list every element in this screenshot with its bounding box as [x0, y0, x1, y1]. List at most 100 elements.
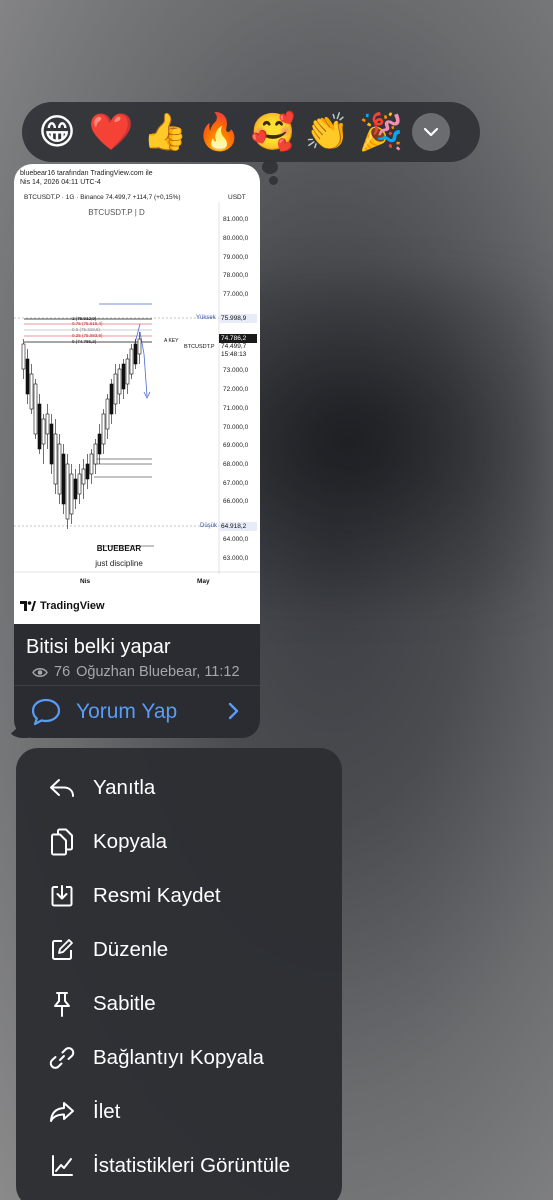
menu-label-copy-link: Bağlantıyı Kopyala — [93, 1046, 264, 1069]
price-tick: 81.000,0 — [223, 216, 249, 223]
message-caption: Bitisi belki yapar — [26, 636, 171, 658]
candle-body — [37, 403, 42, 450]
countdown: 15:48:13 — [221, 351, 247, 358]
fib-level-0: 0 (74.786,2) — [72, 339, 97, 344]
candle-body — [25, 358, 30, 395]
last-value: 74.499,7 — [221, 343, 247, 350]
message-bubble[interactable]: bluebear16 tarafından TradingView.com il… — [14, 164, 260, 738]
reaction-party-popper[interactable]: 🎉 — [354, 105, 408, 159]
candle-body — [133, 343, 138, 365]
menu-label-copy: Kopyala — [93, 830, 168, 853]
low-label: Düşük — [200, 523, 218, 529]
message-meta: 76 Oğuzhan Bluebear, 11:12 — [32, 664, 240, 680]
brand-name: BLUEBEAR — [96, 544, 142, 553]
candle-body — [93, 443, 98, 465]
chevron-down-icon — [423, 127, 439, 137]
forward-icon — [48, 1098, 76, 1126]
candle-body — [97, 433, 102, 455]
comment-label: Yorum Yap — [76, 700, 178, 723]
candle-body — [29, 373, 34, 410]
fib-level-075: 0.75 (75.616,4) — [72, 321, 103, 326]
reaction-bar: 😁 ❤️ 👍 🔥 🥰 👏 🎉 — [22, 102, 480, 162]
price-tick: 80.000,0 — [223, 235, 249, 242]
menu-item-edit[interactable]: Düzenle — [16, 923, 342, 977]
image-symbol-line: BTCUSDT.P · 1G · Binance 74.499,7 +114,7… — [24, 194, 181, 201]
reaction-clapping-hands[interactable]: 👏 — [300, 105, 354, 159]
high-value: 75.998,9 — [221, 315, 247, 322]
current-value: 74.786,2 — [221, 335, 247, 342]
image-header-source: bluebear16 tarafından TradingView.com il… — [20, 170, 153, 177]
symbol-tag: BTCUSDT.P — [184, 344, 215, 350]
expand-reactions-button[interactable] — [412, 113, 450, 151]
fib-level-05: 0.5 (75.319,8) — [72, 327, 101, 332]
price-tick: 70.000,0 — [223, 424, 249, 431]
author-time: Oğuzhan Bluebear, 11:12 — [76, 664, 240, 680]
candle-body — [61, 453, 66, 505]
candle-body — [121, 363, 126, 390]
speech-bubble-icon — [31, 698, 61, 726]
chevron-right-icon — [228, 702, 239, 720]
menu-label-pin: Sabitle — [93, 992, 156, 1015]
reaction-smiling-hearts[interactable]: 🥰 — [246, 105, 300, 159]
menu-item-forward[interactable]: İlet — [16, 1085, 342, 1139]
candle-body — [137, 338, 142, 355]
candle-body — [129, 348, 134, 375]
reaction-thumbs-up[interactable]: 👍 — [138, 105, 192, 159]
reaction-red-heart[interactable]: ❤️ — [84, 105, 138, 159]
candle-body — [109, 383, 114, 415]
price-tick: 66.000,0 — [223, 498, 249, 505]
price-tick: 73.000,0 — [223, 367, 249, 374]
reaction-bar-tail — [262, 160, 278, 174]
x-tick-may: May — [197, 578, 210, 585]
edit-icon — [48, 936, 76, 964]
brand-tagline: just discipline — [95, 559, 143, 568]
candle-body — [117, 368, 122, 395]
price-tick: 79.000,0 — [223, 254, 249, 261]
price-tick: 71.000,0 — [223, 405, 249, 412]
low-value: 64.918,2 — [221, 523, 247, 530]
candle-body — [77, 473, 82, 495]
menu-label-save-image: Resmi Kaydet — [93, 884, 221, 907]
candle-body — [49, 423, 54, 465]
candle-body — [81, 468, 86, 485]
price-tick: 78.000,0 — [223, 272, 249, 279]
link-icon — [48, 1044, 76, 1072]
menu-item-reply[interactable]: Yanıtla — [16, 761, 342, 815]
candle-body — [113, 373, 118, 405]
candlestick-series — [21, 332, 142, 529]
statistics-icon — [48, 1152, 76, 1180]
candle-body — [57, 443, 62, 495]
save-image-icon — [48, 882, 76, 910]
image-currency: USDT — [228, 194, 246, 201]
menu-item-statistics[interactable]: İstatistikleri Görüntüle — [16, 1139, 342, 1193]
reaction-fire[interactable]: 🔥 — [192, 105, 246, 159]
menu-item-pin[interactable]: Sabitle — [16, 977, 342, 1031]
tradingview-label: TradingView — [40, 600, 105, 612]
reaction-bar-tail-dot — [269, 176, 278, 185]
tradingview-logo-icon — [20, 601, 36, 611]
menu-item-save-image[interactable]: Resmi Kaydet — [16, 869, 342, 923]
price-tick: 69.000,0 — [223, 442, 249, 449]
price-tick: 64.000,0 — [223, 536, 249, 543]
comment-button[interactable]: Yorum Yap — [14, 686, 260, 738]
copy-icon — [48, 828, 76, 856]
candle-body — [69, 473, 74, 515]
high-label: Yüksek — [196, 315, 216, 321]
menu-label-statistics: İstatistikleri Görüntüle — [93, 1154, 291, 1177]
candle-body — [21, 343, 26, 370]
menu-label-edit: Düzenle — [93, 938, 169, 961]
candle-body — [85, 463, 90, 480]
menu-item-copy[interactable]: Kopyala — [16, 815, 342, 869]
reaction-grinning-face[interactable]: 😁 — [30, 105, 84, 159]
chart-image[interactable]: bluebear16 tarafından TradingView.com il… — [14, 164, 260, 624]
key-tag: A KEY — [164, 338, 179, 344]
image-header-date: Nis 14, 2026 04:11 UTC-4 — [20, 179, 101, 186]
x-tick-apr: Nis — [80, 578, 91, 585]
menu-item-copy-link[interactable]: Bağlantıyı Kopyala — [16, 1031, 342, 1085]
candle-body — [33, 383, 38, 435]
view-count: 76 — [54, 664, 71, 680]
tradingview-watermark: TradingView — [20, 600, 105, 612]
candle-body — [53, 433, 58, 485]
image-chart-subtitle: BTCUSDT.P | D — [88, 208, 145, 217]
menu-label-reply: Yanıtla — [93, 776, 156, 799]
